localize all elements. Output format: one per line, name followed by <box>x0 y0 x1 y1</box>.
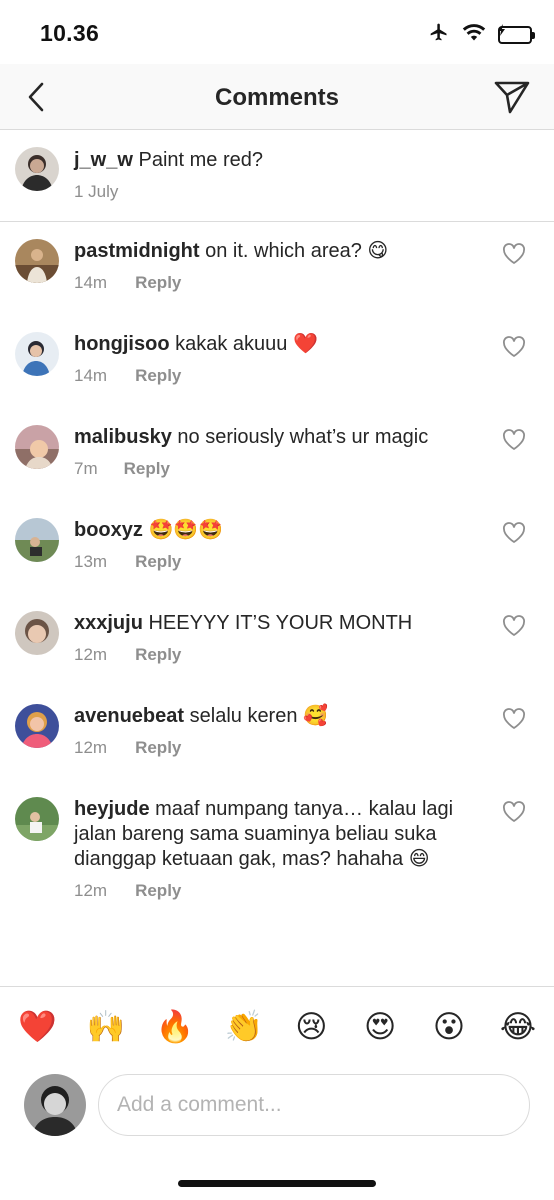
avatar[interactable] <box>15 518 59 562</box>
timestamp: 12m <box>74 738 108 757</box>
reply-button[interactable]: Reply <box>124 459 170 479</box>
emoji-fire-button[interactable]: 🔥 <box>156 1009 195 1045</box>
like-button[interactable] <box>502 429 526 451</box>
heart-outline-icon <box>503 522 525 543</box>
reply-button[interactable]: Reply <box>135 552 181 572</box>
username[interactable]: xxxjuju <box>74 612 143 634</box>
username[interactable]: j_w_w <box>74 149 133 171</box>
status-bar: 10.36 <box>0 0 554 64</box>
like-button[interactable] <box>502 615 526 637</box>
emoji-laughing-button[interactable]: 😂 <box>500 1009 536 1045</box>
avatar[interactable] <box>15 704 59 748</box>
like-button[interactable] <box>502 801 526 823</box>
timestamp: 12m <box>74 645 108 664</box>
emoji-heart-button[interactable]: ❤️ <box>18 1009 57 1045</box>
comment-input[interactable] <box>98 1074 530 1136</box>
comment-text: maaf numpang tanya… kalau lagi <box>155 798 454 820</box>
avatar[interactable] <box>15 611 59 655</box>
comment-text: jalan bareng sama suaminya beliau suka <box>74 823 437 845</box>
heart-outline-icon <box>503 429 525 450</box>
timestamp: 12m <box>74 881 108 900</box>
username[interactable]: heyjude <box>74 798 150 820</box>
timestamp: 7m <box>74 459 98 478</box>
emoji-raised-hands-button[interactable]: 🙌 <box>87 1009 126 1045</box>
avatar[interactable] <box>15 147 59 191</box>
avatar <box>24 1074 86 1136</box>
reply-button[interactable]: Reply <box>135 273 181 293</box>
comment-text: no seriously what’s ur magic <box>177 426 429 448</box>
wifi-icon <box>462 23 486 46</box>
username[interactable]: avenuebeat <box>74 705 184 727</box>
send-icon <box>494 81 530 114</box>
share-button[interactable] <box>492 78 532 116</box>
like-button[interactable] <box>502 243 526 265</box>
caption-text: Paint me red? <box>138 149 263 171</box>
comment-text: dianggap ketuaan gak, mas? hahaha 😄 <box>74 848 430 870</box>
status-time: 10.36 <box>40 20 100 46</box>
username[interactable]: booxyz <box>74 519 143 541</box>
username[interactable]: malibusky <box>74 426 172 448</box>
reply-button[interactable]: Reply <box>135 366 181 386</box>
emoji-crying-button[interactable]: 😢 <box>293 1009 329 1045</box>
heart-outline-icon <box>503 615 525 636</box>
comment-text: 🤩🤩🤩 <box>148 519 224 541</box>
emoji-surprised-button[interactable]: 😮 <box>431 1009 467 1045</box>
airplane-icon <box>428 22 450 47</box>
emoji-clap-button[interactable]: 👏 <box>225 1009 264 1045</box>
heart-outline-icon <box>503 708 525 729</box>
comment-text: on it. which area? 😋 <box>205 240 389 262</box>
heart-outline-icon <box>503 243 525 264</box>
heart-outline-icon <box>503 336 525 357</box>
username[interactable]: pastmidnight <box>74 240 200 262</box>
comment-text: selalu keren 🥰 <box>189 705 328 727</box>
like-button[interactable] <box>502 522 526 544</box>
comment-text: kakak akuuu ❤️ <box>175 333 318 355</box>
page-title: Comments <box>214 84 340 111</box>
status-icons <box>428 22 535 47</box>
avatar[interactable] <box>15 332 59 376</box>
like-button[interactable] <box>502 336 526 358</box>
username[interactable]: hongjisoo <box>74 333 170 355</box>
timestamp: 13m <box>74 552 108 571</box>
timestamp: 14m <box>74 366 108 385</box>
comment-text: HEEYYY IT’S YOUR MONTH <box>148 612 413 634</box>
like-button[interactable] <box>502 708 526 730</box>
comment-composer <box>0 1068 554 1148</box>
emoji-heart-eyes-button[interactable]: 😍 <box>362 1009 398 1045</box>
avatar[interactable] <box>15 239 59 283</box>
home-indicator <box>178 1180 376 1187</box>
post-caption: j_w_w Paint me red? 1 July <box>0 131 554 222</box>
reply-button[interactable]: Reply <box>135 645 181 665</box>
reply-button[interactable]: Reply <box>135 881 181 901</box>
battery-icon <box>498 23 535 44</box>
avatar[interactable] <box>15 425 59 469</box>
timestamp: 1 July <box>74 182 119 201</box>
heart-outline-icon <box>503 801 525 822</box>
avatar[interactable] <box>15 797 59 841</box>
reply-button[interactable]: Reply <box>135 738 181 758</box>
nav-bar: Comments <box>0 64 554 130</box>
emoji-bar: ❤️ 🙌 🔥 👏 😢 😍 😮 😂 <box>0 986 554 1066</box>
timestamp: 14m <box>74 273 108 292</box>
